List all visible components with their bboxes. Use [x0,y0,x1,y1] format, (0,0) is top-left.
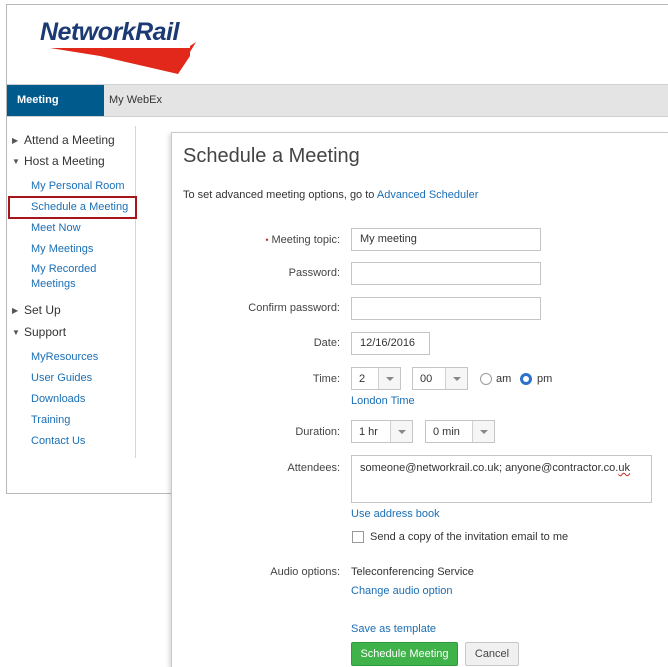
advanced-scheduler-link[interactable]: Advanced Scheduler [377,189,479,201]
password-label: Password: [288,267,340,279]
tab-my-webex[interactable]: My WebEx [102,85,169,116]
send-copy-checkbox[interactable] [352,531,364,543]
topic-label-text: Meeting topic: [271,234,340,246]
save-template-link[interactable]: Save as template [351,623,436,635]
tab-meeting-center[interactable]: Meeting Center [7,85,104,137]
duration-hours-select[interactable]: 1 hr [351,420,413,443]
sidebar-item-label: Support [24,325,67,339]
sidebar-item-setup[interactable]: ▶ Set Up [7,303,61,317]
sidebar: ▶ Attend a Meeting ▼ Host a Meeting My Per… [7,126,136,458]
schedule-meeting-button[interactable]: Schedule Meeting [351,642,458,666]
sidebar-item-recorded[interactable]: My Recorded [31,262,96,277]
required-icon: • [265,235,269,245]
highlight-annotation [8,196,137,219]
audio-options-value: Teleconferencing Service [351,566,474,578]
chevron-down-icon [378,368,400,389]
am-label: am [496,373,512,385]
sidebar-item-attend[interactable]: ▶ Attend a Meeting [7,133,115,147]
chevron-down-icon [472,421,494,442]
sidebar-item-support[interactable]: ▼ Support [7,325,66,339]
duration-label: Duration: [295,426,340,438]
address-book-link[interactable]: Use address book [351,508,440,520]
attendees-text: someone@networkrail.co.uk; anyone@contra… [360,462,619,474]
chevron-down-icon [390,421,412,442]
sidebar-item-personal-room[interactable]: My Personal Room [31,179,125,194]
change-audio-link[interactable]: Change audio option [351,585,453,597]
schedule-meeting-panel: Schedule a Meeting To set advanced meeti… [171,132,668,667]
sidebar-item-myresources[interactable]: MyResources [31,350,98,365]
sidebar-item-downloads[interactable]: Downloads [31,392,85,407]
audio-options-label: Audio options: [270,566,340,578]
sidebar-item-host[interactable]: ▼ Host a Meeting [7,154,105,168]
minute-select[interactable]: 00 [412,367,468,390]
sidebar-item-user-guides[interactable]: User Guides [31,371,92,386]
topic-label: • Meeting topic: [265,234,340,246]
send-copy-label: Send a copy of the invitation email to m… [370,531,569,543]
top-tab-bar: Meeting Center My WebEx [7,84,668,137]
date-label: Date: [313,337,340,349]
attendees-label: Attendees: [287,462,340,474]
sidebar-item-meet-now[interactable]: Meet Now [31,221,81,236]
attendees-input[interactable]: someone@networkrail.co.uk; anyone@contra… [351,455,652,503]
page-title: Schedule a Meeting [183,145,360,167]
duration-hours-value: 1 hr [359,426,378,438]
hour-value: 2 [359,373,366,385]
pm-radio[interactable] [520,373,532,385]
timezone-link[interactable]: London Time [351,395,415,407]
cancel-button[interactable]: Cancel [465,642,519,666]
intro-text: To set advanced meeting options, go to A… [183,189,478,201]
date-input[interactable]: 12/16/2016 [351,332,430,355]
am-radio[interactable] [480,373,492,385]
caret-right-icon: ▶ [12,306,19,315]
sidebar-item-label: Set Up [24,303,61,317]
sidebar-item-label: Attend a Meeting [24,133,115,147]
sidebar-item-training[interactable]: Training [31,413,70,428]
networkrail-logo: NetworkRail [40,18,200,80]
logo-text: NetworkRail [40,18,179,46]
caret-down-icon: ▼ [12,328,20,337]
caret-right-icon: ▶ [12,136,19,145]
meeting-topic-input[interactable]: My meeting [351,228,541,251]
pm-label: pm [537,373,553,385]
time-label: Time: [312,373,340,385]
sidebar-item-my-meetings[interactable]: My Meetings [31,242,93,257]
duration-minutes-value: 0 min [433,426,460,438]
caret-down-icon: ▼ [12,157,20,166]
attendees-text-tail: uk [618,462,630,474]
hour-select[interactable]: 2 [351,367,401,390]
duration-minutes-select[interactable]: 0 min [425,420,495,443]
password-input[interactable] [351,262,541,285]
confirm-password-input[interactable] [351,297,541,320]
sidebar-item-label: Host a Meeting [24,154,105,168]
confirm-password-label: Confirm password: [248,302,340,314]
sidebar-item-contact-us[interactable]: Contact Us [31,434,85,449]
sidebar-item-recorded-cont[interactable]: Meetings [31,277,76,292]
chevron-down-icon [445,368,467,389]
minute-value: 00 [420,373,433,385]
intro-prefix: To set advanced meeting options, go to [183,189,375,201]
